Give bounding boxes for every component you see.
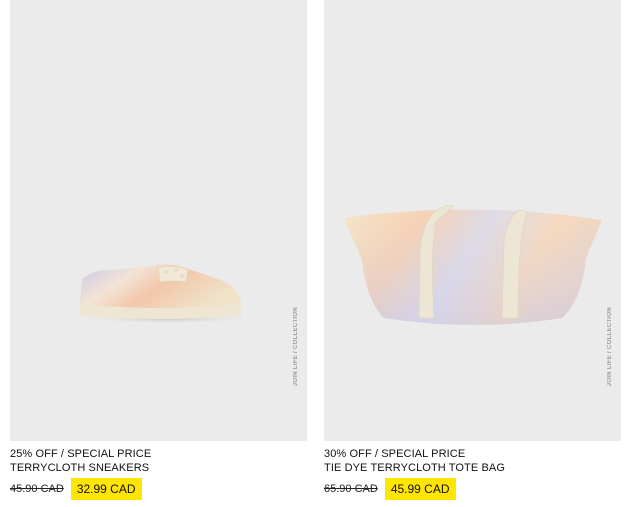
sale-price: 32.99 CAD [70, 478, 142, 500]
promo-label: 25% OFF / SPECIAL PRICE [10, 448, 152, 460]
price-row: 45.90 CAD 32.99 CAD [10, 478, 307, 500]
tote-bag-illustration [344, 205, 602, 325]
promo-label: 30% OFF / SPECIAL PRICE [324, 448, 466, 460]
product-name[interactable]: TIE DYE TERRYCLOTH TOTE BAG [324, 461, 621, 475]
product-info: 25% OFF / SPECIAL PRICE TERRYCLOTH SNEAK… [10, 441, 307, 500]
brand-watermark: JOIN LIFE / COLLECTION [293, 307, 299, 386]
product-info: 30% OFF / SPECIAL PRICE TIE DYE TERRYCLO… [324, 441, 621, 500]
brand-watermark: JOIN LIFE / COLLECTION [607, 307, 613, 386]
sneaker-illustration [80, 264, 253, 324]
sale-price: 45.99 CAD [384, 478, 456, 500]
old-price: 65.90 CAD [324, 483, 378, 495]
product-image-tote-bag[interactable]: JOIN LIFE / COLLECTION [324, 0, 621, 441]
old-price: 45.90 CAD [10, 483, 64, 495]
product-image-sneakers[interactable]: JOIN LIFE / COLLECTION [10, 0, 307, 441]
product-card[interactable]: JOIN LIFE / COLLECTION 30% OFF / SPECIAL… [324, 0, 621, 500]
product-name[interactable]: TERRYCLOTH SNEAKERS [10, 461, 307, 475]
watermark-text: JOIN LIFE / COLLECTION [607, 306, 613, 386]
price-row: 65.90 CAD 45.99 CAD [324, 478, 621, 500]
watermark-text: JOIN LIFE / COLLECTION [293, 306, 299, 386]
product-card[interactable]: JOIN LIFE / COLLECTION 25% OFF / SPECIAL… [10, 0, 307, 500]
